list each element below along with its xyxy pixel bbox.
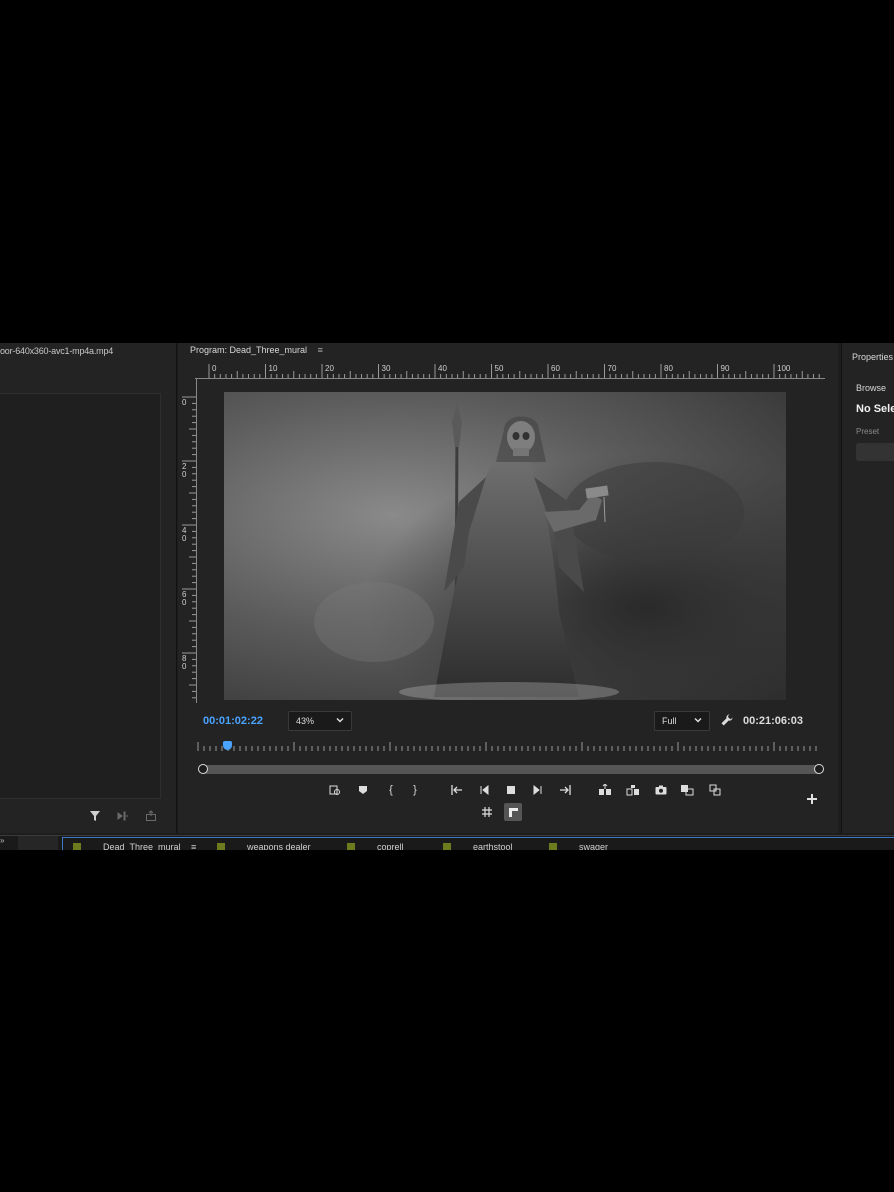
- scroll-handle-left[interactable]: [198, 764, 208, 774]
- playback-resolution-value: Full: [662, 716, 677, 726]
- filter-icon[interactable]: [88, 809, 102, 823]
- timeline-tab-strip: » Dead_Three_mural weapons dealer coprell e…: [0, 835, 894, 850]
- source-monitor-panel: oor-640x360-avc1-mp4a.mp4: [0, 343, 177, 833]
- panel-menu-icon[interactable]: ≡: [318, 345, 323, 355]
- step-back-icon[interactable]: [478, 783, 492, 797]
- add-marker-icon[interactable]: [328, 783, 342, 797]
- sequence-tab[interactable]: earthstool: [473, 842, 513, 850]
- preset-label: Preset: [856, 427, 880, 436]
- sequence-duration: 00:21:06:03: [743, 715, 803, 727]
- export-frame-icon[interactable]: [144, 809, 158, 823]
- properties-tab[interactable]: Properties: [852, 352, 893, 362]
- ruler-label: 2 0: [182, 462, 187, 479]
- ruler-label: 8 0: [182, 654, 187, 671]
- source-toolbar: [88, 809, 158, 823]
- ruler-label: 90: [720, 364, 730, 373]
- vertical-ruler: 0 2 0 4 0 6 0 8 0: [180, 379, 197, 703]
- chevron-down-icon: [694, 717, 702, 723]
- overflow-chevron-icon[interactable]: »: [0, 836, 14, 850]
- playback-resolution-dropdown[interactable]: Full: [654, 711, 710, 731]
- step-forward-icon[interactable]: [530, 783, 544, 797]
- chevron-down-icon: [336, 717, 344, 723]
- ruler-label: 40: [438, 364, 447, 373]
- zoom-level-dropdown[interactable]: 43%: [288, 711, 352, 731]
- ruler-label: 50: [494, 364, 504, 373]
- button-editor-plus-icon[interactable]: [805, 792, 819, 806]
- source-viewer: [0, 393, 161, 799]
- insert-icon[interactable]: [680, 783, 694, 797]
- premiere-workspace: oor-640x360-avc1-mp4a.mp4 Program: Dead_…: [0, 343, 894, 850]
- extract-icon[interactable]: [626, 783, 640, 797]
- sequence-tab[interactable]: swager: [579, 842, 608, 850]
- ruler-label: 80: [664, 364, 673, 373]
- ruler-label: 4 0: [182, 526, 187, 543]
- ruler-label: 60: [551, 364, 560, 373]
- stop-icon[interactable]: [504, 783, 518, 797]
- safe-margins-icon[interactable]: [478, 803, 496, 821]
- current-timecode[interactable]: 00:01:02:22: [203, 715, 263, 727]
- no-selection-label: No Sele: [856, 403, 894, 415]
- scroll-handle-right[interactable]: [814, 764, 824, 774]
- insert-clip-icon[interactable]: [116, 809, 130, 823]
- label-color-swatch: [443, 843, 451, 850]
- program-title: Program: Dead_Three_mural: [190, 345, 308, 355]
- label-color-swatch: [73, 843, 81, 850]
- comparison-view-icon[interactable]: [504, 803, 522, 821]
- sequence-tab[interactable]: coprell: [377, 842, 404, 850]
- sequence-tab[interactable]: weapons dealer: [247, 842, 311, 850]
- lift-icon[interactable]: [598, 783, 612, 797]
- tab-menu-icon[interactable]: ≡: [191, 842, 196, 850]
- sequence-tab[interactable]: Dead_Three_mural: [103, 842, 181, 850]
- label-color-swatch: [347, 843, 355, 850]
- browse-label[interactable]: Browse: [856, 383, 886, 393]
- time-ruler[interactable]: [196, 740, 822, 754]
- ruler-label: 0: [182, 398, 187, 407]
- ruler-label: 20: [325, 364, 334, 373]
- properties-panel: Properties Browse No Sele Preset: [841, 343, 894, 833]
- transport-controls: { }: [328, 783, 728, 799]
- overwrite-icon[interactable]: [708, 783, 722, 797]
- sequence-tabs: Dead_Three_mural weapons dealer coprell ear…: [62, 837, 894, 850]
- go-to-in-icon[interactable]: [450, 783, 464, 797]
- go-to-out-icon[interactable]: [558, 783, 572, 797]
- ruler-label: 100: [777, 364, 791, 373]
- camera-icon[interactable]: [654, 783, 668, 797]
- ruler-label: 6 0: [182, 590, 187, 607]
- source-clip-title[interactable]: oor-640x360-avc1-mp4a.mp4: [0, 346, 113, 356]
- program-monitor-tab[interactable]: Program: Dead_Three_mural ≡: [190, 345, 323, 355]
- program-monitor-panel: Program: Dead_Three_mural ≡ 0 10 20 30 40 50 6…: [178, 343, 838, 833]
- label-color-swatch: [217, 843, 225, 850]
- ruler-label: 30: [381, 364, 391, 373]
- preset-dropdown[interactable]: [856, 443, 894, 461]
- zoom-scroll-bar[interactable]: [198, 764, 824, 774]
- wrench-settings-icon[interactable]: [720, 713, 734, 727]
- ruler-label: 70: [607, 364, 617, 373]
- timeline-panel-header: [18, 836, 58, 850]
- label-color-swatch: [549, 843, 557, 850]
- marker-icon[interactable]: [356, 783, 370, 797]
- mark-out-icon[interactable]: }: [408, 783, 422, 797]
- program-video-frame[interactable]: [224, 392, 786, 700]
- horizontal-ruler: 0 10 20 30 40 50 60 70 80 90 100: [195, 362, 825, 379]
- program-controls-bar: 00:01:02:22 43% Full 00:21:06:03: [178, 711, 838, 733]
- zoom-level-value: 43%: [296, 716, 315, 726]
- mark-in-icon[interactable]: {: [384, 783, 398, 797]
- reaper-figure-image: [224, 392, 786, 700]
- ruler-label: 10: [268, 364, 278, 373]
- ruler-label: 0: [212, 364, 217, 373]
